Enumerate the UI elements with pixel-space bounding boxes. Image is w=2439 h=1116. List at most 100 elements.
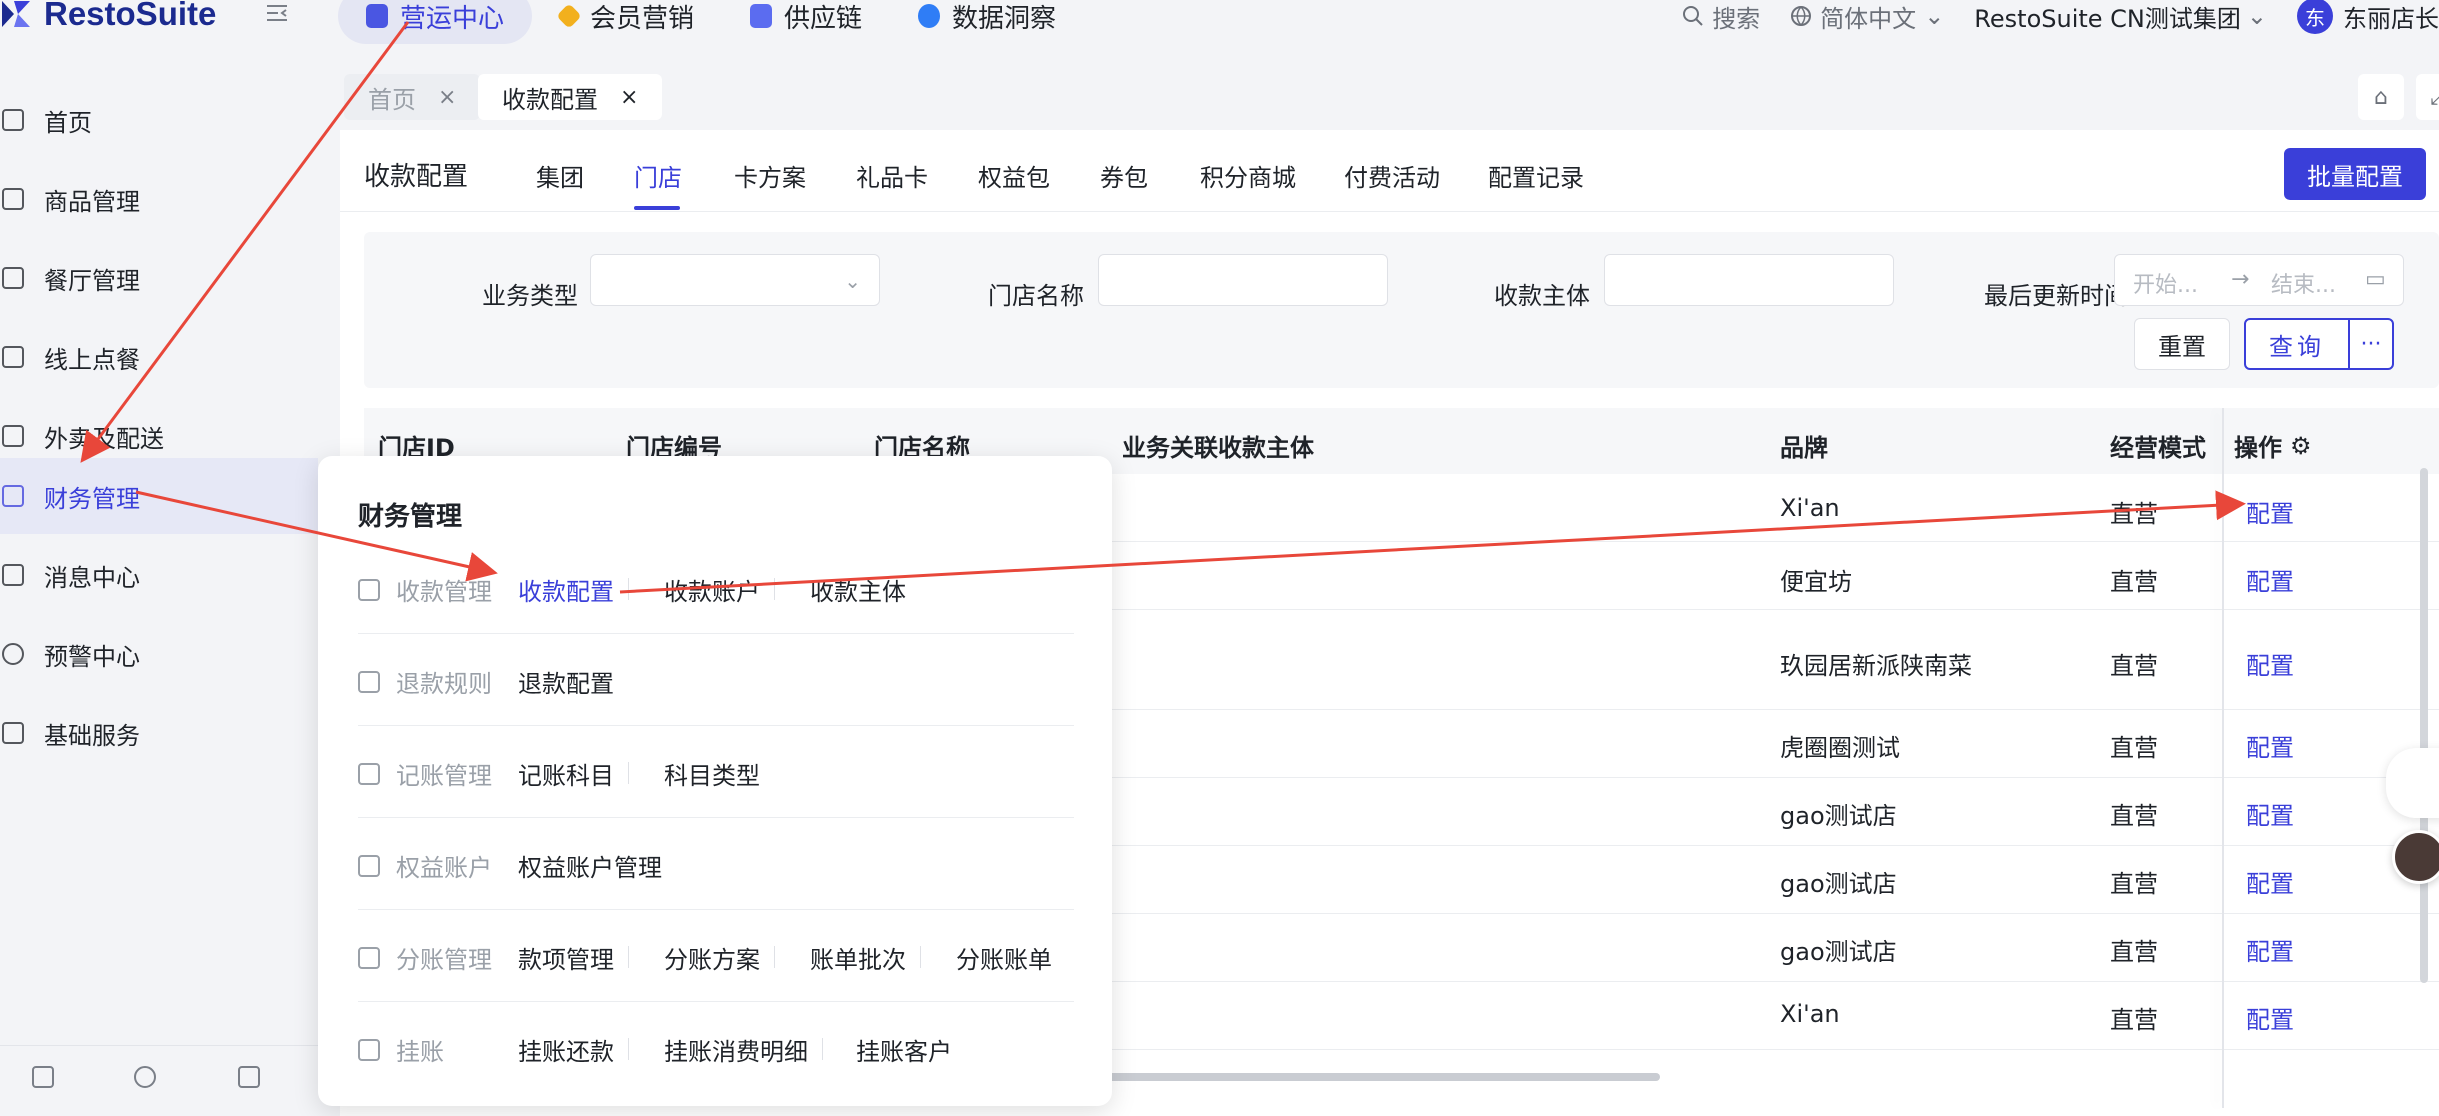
- gear-icon[interactable]: ⚙: [2290, 432, 2312, 460]
- reset-button[interactable]: 重置: [2134, 318, 2230, 370]
- sidebar-item-home[interactable]: 首页: [0, 82, 318, 158]
- sub-tabs: 收款配置 集团 门店 卡方案 礼品卡 权益包 券包 积分商城 付费活动 配置记录…: [340, 130, 2439, 212]
- menu-link-payment-account[interactable]: 收款账户: [664, 572, 760, 607]
- menu-separator: [628, 1038, 629, 1060]
- grid-icon: [2, 722, 24, 744]
- config-link[interactable]: 配置: [2246, 728, 2294, 763]
- topnav-data-insights[interactable]: 数据洞察: [890, 0, 1084, 44]
- menu-separator: [774, 946, 775, 968]
- sidebar-item-products[interactable]: 商品管理: [0, 161, 318, 237]
- business-type-select[interactable]: ⌄: [590, 254, 880, 306]
- home-shortcut-button[interactable]: ⌂: [2358, 74, 2404, 120]
- sidebar-item-label: 线上点餐: [44, 345, 140, 374]
- topnav-supply-chain[interactable]: 供应链: [722, 0, 890, 44]
- support-avatar-button[interactable]: [2392, 830, 2439, 884]
- menu-link-item-mgmt[interactable]: 款项管理: [518, 940, 614, 975]
- config-link[interactable]: 配置: [2246, 646, 2294, 681]
- menu-link-account-subject[interactable]: 记账科目: [518, 756, 614, 791]
- config-link[interactable]: 配置: [2246, 932, 2294, 967]
- house-icon: ⌂: [2374, 84, 2388, 110]
- tab-store[interactable]: 门店: [634, 158, 682, 193]
- cube-icon: [2, 188, 24, 210]
- date-range-picker[interactable]: 开始... → 结束... ▭: [2114, 254, 2404, 306]
- config-link[interactable]: 配置: [2246, 494, 2294, 529]
- org-switcher[interactable]: RestoSuite CN测试集团 ⌄: [1974, 0, 2267, 34]
- id-card-icon: [358, 854, 380, 877]
- config-link[interactable]: 配置: [2246, 864, 2294, 899]
- more-filters-button[interactable]: ···: [2350, 320, 2392, 368]
- tab-config-log[interactable]: 配置记录: [1488, 158, 1584, 193]
- menu-separator: [628, 578, 629, 600]
- sidebar-item-finance[interactable]: 财务管理: [0, 458, 318, 534]
- language-switcher[interactable]: 简体中文 ⌄: [1790, 0, 1944, 34]
- menu-link-benefit-account-mgmt[interactable]: 权益账户管理: [518, 848, 662, 883]
- tab-gift-card[interactable]: 礼品卡: [856, 158, 928, 193]
- tab-paid-activity[interactable]: 付费活动: [1344, 158, 1440, 193]
- help-icon[interactable]: [134, 1066, 156, 1088]
- cell-mode: 直营: [2110, 938, 2158, 966]
- bag-icon: [2, 425, 24, 447]
- sidebar-item-label: 基础服务: [44, 721, 140, 750]
- menu-separator: [822, 1038, 823, 1060]
- config-link[interactable]: 配置: [2246, 562, 2294, 597]
- payee-label: 收款主体: [1494, 282, 1590, 310]
- config-link[interactable]: 配置: [2246, 1000, 2294, 1035]
- payee-input[interactable]: [1604, 254, 1894, 306]
- assistant-bot-button[interactable]: [2386, 748, 2439, 818]
- tab-coupon-pack[interactable]: 券包: [1100, 158, 1148, 193]
- vertical-scrollbar[interactable]: [2420, 468, 2428, 983]
- menu-link-bill-batch[interactable]: 账单批次: [810, 940, 906, 975]
- menu-link-split-plan[interactable]: 分账方案: [664, 940, 760, 975]
- app-logo[interactable]: RestoSuite: [0, 0, 216, 34]
- col-payee: 业务关联收款主体: [1122, 434, 1314, 462]
- menu-category: 收款管理: [358, 572, 492, 607]
- store-name-input[interactable]: [1098, 254, 1388, 306]
- batch-config-button[interactable]: 批量配置: [2284, 148, 2426, 200]
- topnav-membership[interactable]: 会员营销: [532, 0, 722, 44]
- store-icon: [366, 4, 388, 28]
- expand-icon: ⤢: [2430, 84, 2439, 110]
- bulb-icon: [2, 643, 24, 665]
- col-actions: 操作 ⚙: [2234, 428, 2312, 463]
- menu-link-credit-detail[interactable]: 挂账消费明细: [664, 1032, 808, 1067]
- tab-card-plan[interactable]: 卡方案: [734, 158, 806, 193]
- menu-link-refund-config[interactable]: 退款配置: [518, 664, 614, 699]
- menu-group-credit: 挂账 挂账还款 挂账消费明细 挂账客户: [358, 1002, 1074, 1094]
- tab-benefit-pack[interactable]: 权益包: [978, 158, 1050, 193]
- credit-icon: [358, 1038, 380, 1061]
- menu-link-subject-type[interactable]: 科目类型: [664, 756, 760, 791]
- menu-link-credit-customer[interactable]: 挂账客户: [856, 1032, 952, 1067]
- menu-category: 分账管理: [358, 940, 492, 975]
- notice-icon[interactable]: [238, 1066, 260, 1088]
- search-trigger[interactable]: 搜索: [1682, 0, 1760, 34]
- sidebar-collapse-icon[interactable]: [264, 0, 290, 26]
- tab-points-mall[interactable]: 积分商城: [1200, 158, 1296, 193]
- menu-link-credit-repay[interactable]: 挂账还款: [518, 1032, 614, 1067]
- download-icon[interactable]: [32, 1066, 54, 1088]
- cashier-icon: [358, 578, 380, 601]
- menu-link-payment-config[interactable]: 收款配置: [518, 572, 614, 607]
- menu-link-split-bill[interactable]: 分账账单: [956, 940, 1052, 975]
- query-button[interactable]: 查询: [2246, 320, 2350, 368]
- menu-link-payee[interactable]: 收款主体: [810, 572, 906, 607]
- mega-menu-title: 财务管理: [358, 502, 463, 532]
- cell-mode: 直营: [2110, 734, 2158, 762]
- sidebar-item-messages[interactable]: 消息中心: [0, 537, 318, 613]
- arrow-right-icon: →: [2231, 267, 2250, 292]
- sidebar-item-basic-services[interactable]: 基础服务: [0, 695, 318, 771]
- menu-group-payment: 收款管理 收款配置 收款账户 收款主体: [358, 542, 1074, 634]
- page-tab-current[interactable]: 收款配置 ×: [478, 74, 663, 120]
- config-link[interactable]: 配置: [2246, 796, 2294, 831]
- topnav-operations[interactable]: 营运中心: [338, 0, 533, 44]
- tab-group[interactable]: 集团: [536, 158, 584, 193]
- sidebar-item-online-ordering[interactable]: 线上点餐: [0, 319, 318, 395]
- user-menu[interactable]: 东 东丽店长: [2297, 0, 2439, 34]
- menu-group-bookkeeping: 记账管理 记账科目 科目类型: [358, 726, 1074, 818]
- close-icon[interactable]: ×: [438, 85, 456, 110]
- cell-mode: 直营: [2110, 652, 2158, 680]
- fullscreen-button[interactable]: ⤢: [2416, 74, 2439, 120]
- sidebar-item-restaurant[interactable]: 餐厅管理: [0, 240, 318, 316]
- page-tab-home[interactable]: 首页 ×: [344, 74, 481, 120]
- sidebar-item-alerts[interactable]: 预警中心: [0, 616, 318, 692]
- close-icon[interactable]: ×: [620, 85, 638, 110]
